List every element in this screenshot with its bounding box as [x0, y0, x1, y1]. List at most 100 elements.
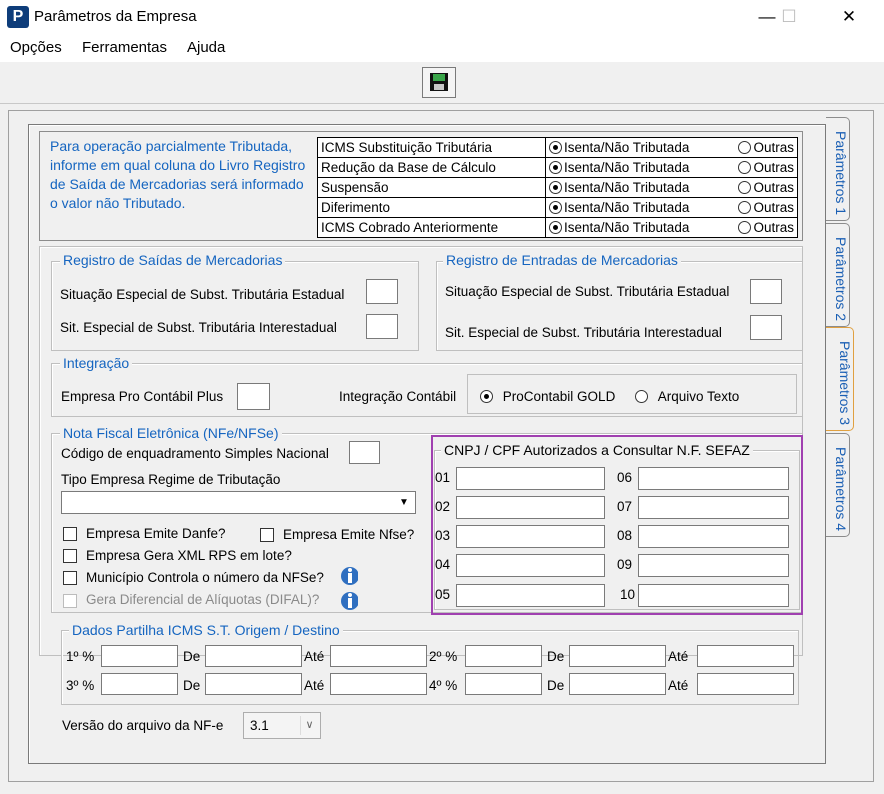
tipo-empresa-select[interactable]: ▼	[61, 491, 416, 514]
info-line: o valor não Tributado.	[50, 195, 186, 211]
partilha-4-percent[interactable]	[465, 673, 542, 695]
partilha-1-ate[interactable]	[330, 645, 427, 667]
radio-outras[interactable]	[738, 161, 752, 174]
entradas-estadual-input[interactable]	[750, 279, 782, 304]
cnpj-input-09[interactable]	[638, 554, 789, 577]
integracao-title: Integração	[60, 355, 133, 371]
cnpj-input-02[interactable]	[456, 496, 605, 519]
partilha-1-percent[interactable]	[101, 645, 178, 667]
cnpj-label-07: 07	[617, 499, 633, 514]
partilha-2-percent[interactable]	[465, 645, 542, 667]
radio-isenta[interactable]	[549, 221, 562, 234]
integracao-contabil-label: Integração Contábil	[339, 389, 457, 404]
cnpj-input-04[interactable]	[456, 554, 605, 577]
radio-outras[interactable]	[738, 201, 752, 214]
partilha-1-de[interactable]	[205, 645, 302, 667]
nfe-title: Nota Fiscal Eletrônica (NFe/NFSe)	[60, 425, 282, 441]
checkbox-emite-nfse[interactable]	[260, 528, 274, 542]
cnpj-input-10[interactable]	[638, 584, 789, 607]
partilha-3-percent[interactable]	[101, 673, 178, 695]
emite-nfse-label: Empresa Emite Nfse?	[283, 527, 415, 542]
radio-isenta[interactable]	[549, 161, 562, 174]
entradas-interestadual-input[interactable]	[750, 315, 782, 340]
radio-label: Isenta/Não Tributada	[564, 160, 690, 175]
radio-label: Isenta/Não Tributada	[564, 140, 690, 155]
chevron-down-icon[interactable]: ▼	[396, 494, 412, 511]
cnpj-input-06[interactable]	[638, 467, 789, 490]
radio-label: Outras	[753, 180, 794, 195]
radio-label: Outras	[753, 200, 794, 215]
tab-parametros-1[interactable]: Parâmetros 1	[826, 117, 850, 221]
menu-ajuda[interactable]: Ajuda	[187, 39, 225, 56]
radio-label: Outras	[753, 160, 794, 175]
partilha-title: Dados Partilha ICMS S.T. Origem / Destin…	[69, 622, 343, 638]
cnpj-label-05: 05	[435, 587, 451, 602]
radio-isenta[interactable]	[549, 201, 562, 214]
radio-outras[interactable]	[738, 141, 752, 154]
partilha-3-de[interactable]	[205, 673, 302, 695]
menu-ferramentas[interactable]: Ferramentas	[82, 39, 167, 56]
empresa-procontabil-input[interactable]	[237, 383, 270, 410]
maximize-button[interactable]: ☐	[766, 0, 812, 34]
chevron-down-icon[interactable]: ∨	[300, 716, 318, 735]
versao-select[interactable]: 3.1 ∨	[243, 712, 321, 739]
radio-outras[interactable]	[738, 181, 752, 194]
table-cell-label: ICMS Substituição Tributária	[317, 137, 546, 158]
partilha-de-label: De	[183, 649, 201, 664]
radio-isenta[interactable]	[549, 181, 562, 194]
partilha-3-ate[interactable]	[330, 673, 427, 695]
cnpj-input-01[interactable]	[456, 467, 605, 490]
saidas-interestadual-input[interactable]	[366, 314, 398, 339]
entradas-title: Registro de Entradas de Mercadorias	[443, 252, 681, 268]
radio-arquivo-texto[interactable]	[635, 390, 648, 403]
partilha-label-1: 1º %	[66, 649, 95, 664]
partilha-2-de[interactable]	[569, 645, 666, 667]
close-button[interactable]: ✕	[826, 0, 872, 34]
radio-label: ProContabil GOLD	[502, 389, 616, 404]
info-line: de Saída de Mercadorias será informado	[50, 176, 304, 192]
saidas-interestadual-label: Sit. Especial de Subst. Tributária Inter…	[60, 320, 337, 335]
table-row: Diferimento Isenta/Não Tributada Outras	[317, 197, 798, 218]
tab-parametros-2[interactable]: Parâmetros 2	[826, 223, 850, 327]
option-procontabil-gold[interactable]: ProContabil GOLD	[480, 389, 615, 404]
cnpj-label-09: 09	[617, 557, 633, 572]
option-arquivo-texto[interactable]: Arquivo Texto	[635, 389, 739, 404]
info-icon[interactable]	[340, 563, 359, 587]
tab-parametros-3[interactable]: Parâmetros 3	[826, 327, 854, 431]
cnpj-label-06: 06	[617, 470, 633, 485]
cnpj-input-05[interactable]	[456, 584, 605, 607]
cnpj-input-08[interactable]	[638, 525, 789, 548]
partilha-4-ate[interactable]	[697, 673, 794, 695]
save-button[interactable]	[422, 67, 456, 98]
radio-label: Isenta/Não Tributada	[564, 180, 690, 195]
partilha-de-label: De	[183, 678, 201, 693]
cnpj-input-03[interactable]	[456, 525, 605, 548]
tab-parametros-4[interactable]: Parâmetros 4	[826, 433, 850, 537]
gera-difal-label: Gera Diferencial de Alíquotas (DIFAL)?	[86, 592, 320, 607]
cnpj-label-02: 02	[435, 499, 451, 514]
title-bar: P Parâmetros da Empresa — ☐ ✕	[0, 0, 884, 36]
cnpj-label-04: 04	[435, 557, 451, 572]
checkbox-gera-difal[interactable]	[63, 594, 77, 608]
partilha-ate-label: Até	[668, 678, 689, 693]
saidas-estadual-input[interactable]	[366, 279, 398, 304]
saidas-estadual-label: Situação Especial de Subst. Tributária E…	[60, 287, 345, 302]
table-row: ICMS Cobrado Anteriormente Isenta/Não Tr…	[317, 217, 798, 238]
partilha-de-label: De	[547, 649, 565, 664]
radio-outras[interactable]	[738, 221, 752, 234]
codigo-enquadramento-input[interactable]	[349, 441, 380, 464]
entradas-estadual-label: Situação Especial de Subst. Tributária E…	[445, 284, 730, 299]
checkbox-emite-danfe[interactable]	[63, 527, 77, 541]
radio-procontabil-gold[interactable]	[480, 390, 493, 403]
info-icon[interactable]	[340, 588, 359, 612]
tipo-empresa-label: Tipo Empresa Regime de Tributação	[61, 472, 281, 487]
radio-isenta[interactable]	[549, 141, 562, 154]
cnpj-input-07[interactable]	[638, 496, 789, 519]
table-cell-options: Isenta/Não Tributada Outras	[545, 177, 798, 198]
checkbox-gera-xml-rps[interactable]	[63, 549, 77, 563]
partilha-2-ate[interactable]	[697, 645, 794, 667]
partilha-de-label: De	[547, 678, 565, 693]
partilha-4-de[interactable]	[569, 673, 666, 695]
menu-opcoes[interactable]: Opções	[10, 39, 62, 56]
checkbox-municipio-controla[interactable]	[63, 571, 77, 585]
